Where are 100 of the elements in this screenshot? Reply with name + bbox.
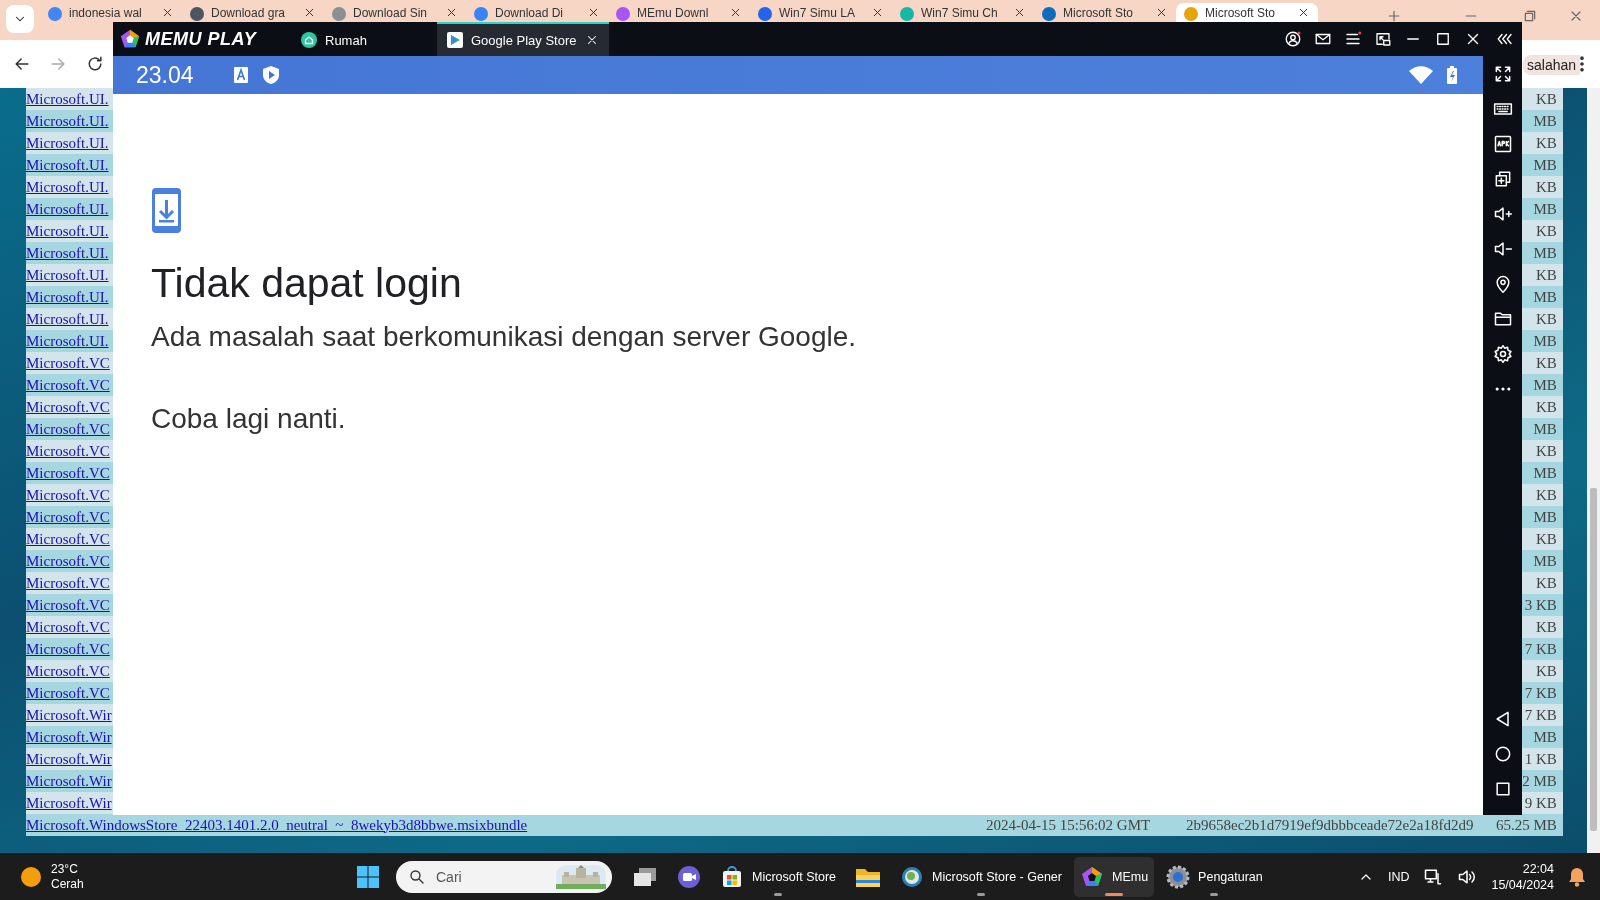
- shield-play-icon: [261, 65, 280, 85]
- close-icon: [1297, 6, 1310, 19]
- browser-tab[interactable]: Download Di: [466, 3, 608, 22]
- file-link[interactable]: Microsoft.Wir: [26, 794, 112, 811]
- folder-icon[interactable]: [1492, 309, 1513, 329]
- size-cell: KB: [1536, 90, 1557, 108]
- close-icon: [1013, 6, 1026, 19]
- restore-icon[interactable]: [1522, 8, 1538, 24]
- size-cell: MB: [1533, 376, 1557, 394]
- file-link[interactable]: Microsoft.VC: [26, 662, 110, 679]
- file-link[interactable]: Microsoft.VC: [26, 486, 110, 503]
- file-link[interactable]: Microsoft.UI.: [26, 332, 109, 349]
- status-time: 23.04: [136, 61, 194, 89]
- file-link[interactable]: Microsoft.UI.: [26, 310, 109, 327]
- size-cell: MB: [1533, 332, 1557, 350]
- file-link[interactable]: Microsoft.VC: [26, 618, 110, 635]
- temperature: 23°C: [51, 861, 79, 877]
- emulator-tab[interactable]: Rumah: [291, 22, 437, 56]
- toolbar-button-label[interactable]: salahan: [1523, 55, 1581, 75]
- file-link[interactable]: Microsoft.Wir: [26, 750, 112, 767]
- file-link[interactable]: Microsoft.VC: [26, 376, 110, 393]
- file-link[interactable]: Microsoft.VC: [26, 640, 110, 657]
- error-message: Ada masalah saat berkomunikasi dengan server Google.: [151, 321, 858, 353]
- size-cell: 65.25 MB: [1496, 816, 1557, 834]
- taskbar-app[interactable]: MEmu: [1073, 856, 1155, 897]
- close-icon: [729, 6, 742, 19]
- taskbar-app[interactable]: Microsoft Store: [714, 856, 843, 897]
- maximize-icon[interactable]: [1434, 30, 1452, 48]
- file-link[interactable]: Microsoft.UI.: [26, 90, 109, 107]
- file-link[interactable]: Microsoft.Wir: [26, 706, 112, 723]
- file-link[interactable]: Microsoft.VC: [26, 420, 110, 437]
- size-cell: KB: [1536, 134, 1557, 152]
- file-link[interactable]: Microsoft.UI.: [26, 266, 109, 283]
- size-cell: KB: [1536, 530, 1557, 548]
- close-icon: [445, 6, 458, 19]
- size-cell: 7 KB: [1524, 706, 1557, 724]
- search-icon: [408, 867, 426, 886]
- file-link[interactable]: Microsoft.UI.: [26, 222, 109, 239]
- video-chat-icon: [676, 863, 702, 890]
- file-link[interactable]: Microsoft.UI.: [26, 244, 109, 261]
- account-icon[interactable]: [1284, 30, 1302, 48]
- browser-tab[interactable]: indonesia wal: [40, 3, 182, 22]
- file-link[interactable]: Microsoft.Wir: [26, 728, 112, 745]
- taskbar-app[interactable]: Pengaturan: [1160, 856, 1269, 897]
- file-link[interactable]: Microsoft.VC: [26, 442, 110, 459]
- file-link[interactable]: Microsoft.VC: [26, 684, 110, 701]
- size-cell: MB: [1533, 552, 1557, 570]
- language-indicator[interactable]: IND: [1387, 869, 1410, 884]
- size-cell: MB: [1533, 156, 1557, 174]
- file-link[interactable]: Microsoft.WindowsStore_22403.1401.2.0_neutral_~_8wekyb3d8bbwe.msixbundle: [26, 816, 528, 833]
- file-link[interactable]: Microsoft.UI.: [26, 156, 109, 173]
- error-title: Tidak dapat login: [151, 260, 463, 307]
- file-link[interactable]: Microsoft.UI.: [26, 134, 109, 151]
- size-cell: MB: [1533, 112, 1557, 130]
- settings-icon: [1166, 864, 1191, 889]
- file-link[interactable]: Microsoft.Wir: [26, 772, 112, 789]
- file-link[interactable]: Microsoft.UI.: [26, 178, 109, 195]
- scrollbar[interactable]: [1586, 88, 1600, 853]
- picture-in-picture-icon[interactable]: [1374, 30, 1392, 48]
- browser-tab[interactable]: MEmu Downl: [608, 3, 750, 22]
- browser-tab[interactable]: Download Sin: [324, 3, 466, 22]
- retry-hint: Coba lagi nanti.: [151, 403, 347, 435]
- size-cell: KB: [1536, 662, 1557, 680]
- close-icon: [1155, 6, 1168, 19]
- file-link[interactable]: Microsoft.VC: [26, 508, 110, 525]
- windows-logo-icon: [356, 864, 380, 889]
- size-cell: 7 KB: [1524, 684, 1557, 702]
- file-link[interactable]: Microsoft.VC: [26, 596, 110, 613]
- file-link[interactable]: Microsoft.VC: [26, 530, 110, 547]
- file-link[interactable]: Microsoft.VC: [26, 398, 110, 415]
- close-icon: [161, 6, 174, 19]
- browser-tab[interactable]: Download gra: [182, 3, 324, 22]
- taskbar-app[interactable]: Microsoft Store - Gener: [894, 856, 1068, 897]
- size-cell: 3 KB: [1524, 596, 1557, 614]
- size-cell: MB: [1533, 420, 1557, 438]
- bell-icon[interactable]: [1568, 866, 1586, 887]
- file-link[interactable]: Microsoft.UI.: [26, 112, 109, 129]
- plus-icon: [1386, 8, 1402, 24]
- weather-condition: Cerah: [51, 876, 84, 892]
- settings-icon[interactable]: [1492, 344, 1513, 364]
- browser-tab[interactable]: Microsoft Sto: [1034, 3, 1176, 22]
- size-cell: KB: [1536, 442, 1557, 460]
- browser-tab[interactable]: Win7 Simu Ch: [892, 3, 1034, 22]
- globe-icon: [900, 864, 925, 889]
- file-link[interactable]: Microsoft.VC: [26, 354, 110, 371]
- pentagon-logo-icon: [119, 28, 141, 50]
- file-link[interactable]: Microsoft.VC: [26, 552, 110, 569]
- emulator-tab[interactable]: Google Play Store: [437, 22, 609, 56]
- browser-tab[interactable]: Win7 Simu LA: [750, 3, 892, 22]
- apk-icon[interactable]: [1492, 134, 1513, 154]
- file-link[interactable]: Microsoft.UI.: [26, 200, 109, 217]
- browser-tab[interactable]: Microsoft Sto: [1176, 3, 1318, 22]
- size-cell: KB: [1536, 486, 1557, 504]
- clock-time[interactable]: 22:04: [1522, 860, 1554, 877]
- clock-date[interactable]: 15/04/2024: [1491, 876, 1554, 893]
- size-cell: 7 KB: [1524, 640, 1557, 658]
- file-link[interactable]: Microsoft.VC: [26, 574, 110, 591]
- font-letter-icon: [233, 67, 248, 83]
- file-link[interactable]: Microsoft.UI.: [26, 288, 109, 305]
- file-link[interactable]: Microsoft.VC: [26, 464, 110, 481]
